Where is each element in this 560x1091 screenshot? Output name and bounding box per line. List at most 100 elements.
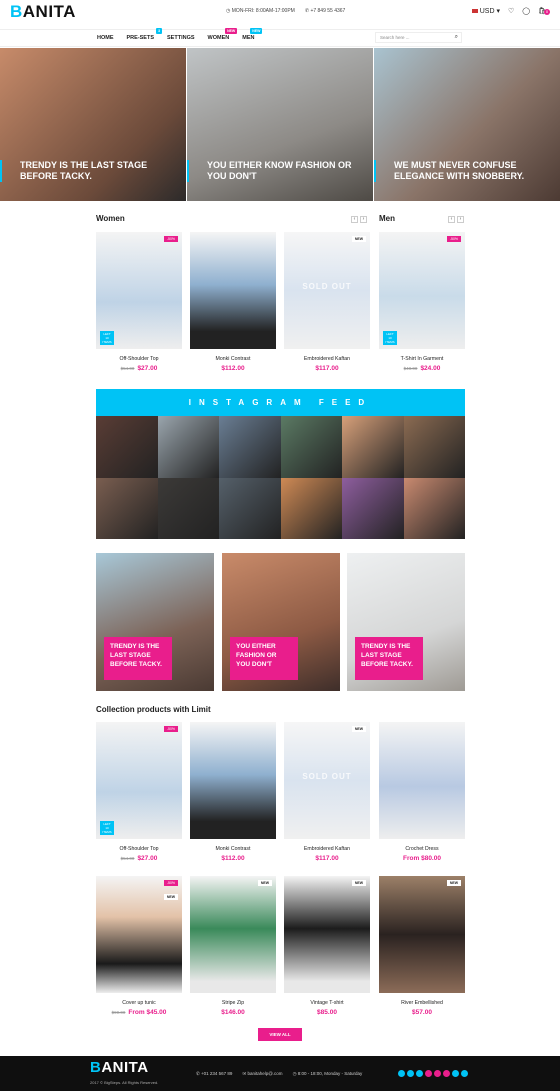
sold-out-label: SOLD OUT <box>302 772 352 781</box>
instagram-tile[interactable] <box>403 477 465 539</box>
nav-men[interactable]: MEN NEW <box>242 28 263 41</box>
facebook-icon[interactable] <box>398 1070 405 1077</box>
product-price: $57.00 <box>412 1009 432 1016</box>
sold-out-label: SOLD OUT <box>302 282 352 291</box>
product-image[interactable]: NEW SOLD OUT <box>284 232 370 349</box>
wishlist-icon[interactable]: ♡ <box>508 7 514 15</box>
search-icon[interactable]: ⌕ <box>455 34 458 41</box>
product-card[interactable]: -50% LEFT 10 ITEMS Off-Shoulder Top $54.… <box>96 722 182 862</box>
prev-icon[interactable]: ‹ <box>448 216 455 223</box>
product-card[interactable]: Monki Contrast $112.00 <box>190 232 276 372</box>
product-card[interactable]: Monki Contrast $112.00 <box>190 722 276 862</box>
nav-women[interactable]: WOMEN NEW <box>208 28 238 41</box>
view-all-button[interactable]: VIEW ALL <box>258 1028 302 1041</box>
instagram-title: INSTAGRAM FEED <box>96 389 465 416</box>
account-icon[interactable]: ◯ <box>522 7 530 15</box>
logo[interactable]: BANITA <box>10 2 76 22</box>
product-card[interactable]: -50% LEFT 10 ITEMS Off-Shoulder Top $54.… <box>96 232 182 372</box>
instagram-tile[interactable] <box>157 477 219 539</box>
product-image[interactable]: -50% NEW <box>96 876 182 993</box>
sale-badge: -50% <box>163 726 178 732</box>
prev-icon[interactable]: ‹ <box>351 216 358 223</box>
product-name[interactable]: Stripe Zip <box>190 1000 276 1006</box>
instagram-tile[interactable] <box>157 416 219 478</box>
currency-select[interactable]: USD ▾ <box>471 7 500 15</box>
main-nav: HOME PRE-SETS 3 SETTINGS WOMEN NEW MEN NEW <box>0 28 560 47</box>
nav-settings[interactable]: SETTINGS <box>167 35 195 41</box>
hero-slide-1[interactable]: TRENDY IS THE LAST STAGE BEFORE TACKY. <box>0 48 186 201</box>
instagram-icon[interactable] <box>416 1070 423 1077</box>
cart-icon[interactable]: 🛍0 <box>538 7 550 15</box>
product-name[interactable]: River Embellished <box>379 1000 465 1006</box>
instagram-tile[interactable] <box>280 477 342 539</box>
product-name[interactable]: Vintage T-shirt <box>284 1000 370 1006</box>
product-price: $117.00 <box>315 365 339 372</box>
youtube-icon[interactable] <box>425 1070 432 1077</box>
hero-slide-2[interactable]: YOU EITHER KNOW FASHION OR YOU DON'T <box>187 48 373 201</box>
product-name[interactable]: Embroidered Kaftan <box>284 846 370 852</box>
product-name[interactable]: Off-Shoulder Top <box>96 846 182 852</box>
product-name[interactable]: T-Shirt In Garment <box>379 356 465 362</box>
product-card[interactable]: NEW Vintage T-shirt $85.00 <box>284 876 370 1016</box>
instagram-tile[interactable] <box>96 477 158 539</box>
vimeo-icon[interactable] <box>461 1070 468 1077</box>
product-card[interactable]: NEW SOLD OUT Embroidered Kaftan $117.00 <box>284 722 370 862</box>
clock-icon: ◷ MON-FRI: 8:00AM-17:00PM <box>226 8 295 14</box>
instagram-tile[interactable] <box>280 416 342 478</box>
product-price: $117.00 <box>315 855 339 862</box>
phone-icon: ✆ +7 849 55 4367 <box>304 8 346 14</box>
nav-presets[interactable]: PRE-SETS 3 <box>127 28 163 41</box>
footer-logo[interactable]: BANITA <box>90 1059 149 1076</box>
product-name[interactable]: Cover up tunic <box>96 1000 182 1006</box>
product-card[interactable]: NEW River Embellished $57.00 <box>379 876 465 1016</box>
product-name[interactable]: Monki Contrast <box>190 846 276 852</box>
google-plus-icon[interactable] <box>443 1070 450 1077</box>
product-name[interactable]: Off-Shoulder Top <box>96 356 182 362</box>
instagram-tile[interactable] <box>219 477 281 539</box>
product-image[interactable]: NEW <box>379 876 465 993</box>
product-image[interactable]: -50% LEFT 10 ITEMS <box>379 232 465 349</box>
product-price: $48.00 $24.00 <box>403 365 441 372</box>
instagram-tile[interactable] <box>342 477 404 539</box>
stock-badge: LEFT 10 ITEMS <box>100 821 114 835</box>
product-price: From $80.00 <box>403 855 441 862</box>
promo-banner[interactable]: YOU EITHER FASHION OR YOU DON'T <box>222 553 340 691</box>
product-image[interactable] <box>379 722 465 839</box>
product-image[interactable]: NEW <box>284 876 370 993</box>
search-input[interactable]: Search here ... ⌕ <box>375 32 462 43</box>
pinterest-icon[interactable] <box>434 1070 441 1077</box>
instagram-tile[interactable] <box>403 416 465 478</box>
sale-badge: -50% <box>163 880 178 886</box>
product-name[interactable]: Embroidered Kaftan <box>284 356 370 362</box>
hero-slide-3[interactable]: WE MUST NEVER CONFUSE ELEGANCE WITH SNOB… <box>374 48 560 201</box>
promo-text: YOU EITHER FASHION OR YOU DON'T <box>230 637 298 680</box>
instagram-tile[interactable] <box>342 416 404 478</box>
next-icon[interactable]: › <box>360 216 367 223</box>
instagram-tile[interactable] <box>219 416 281 478</box>
product-card[interactable]: -50% NEW Cover up tunic $90.00 From $45.0… <box>96 876 182 1016</box>
product-image[interactable] <box>190 232 276 349</box>
product-card[interactable]: NEW Stripe Zip $146.00 <box>190 876 276 1016</box>
footer-email[interactable]: ✉ banitahelp@.com <box>242 1071 282 1077</box>
product-card[interactable]: Crochet Dress From $80.00 <box>379 722 465 862</box>
twitter-icon[interactable] <box>407 1070 414 1077</box>
product-image[interactable] <box>190 722 276 839</box>
product-image[interactable]: NEW <box>190 876 276 993</box>
product-name[interactable]: Crochet Dress <box>379 846 465 852</box>
next-icon[interactable]: › <box>457 216 464 223</box>
footer-phone: ✆ +01 234 567 89 <box>196 1071 233 1076</box>
promo-banner[interactable]: TRENDY IS THE LAST STAGE BEFORE TACKY. <box>347 553 465 691</box>
product-card[interactable]: -50% LEFT 10 ITEMS T-Shirt In Garment $4… <box>379 232 465 372</box>
product-image[interactable]: -50% LEFT 10 ITEMS <box>96 722 182 839</box>
product-price: $54.00 $27.00 <box>120 855 158 862</box>
tumblr-icon[interactable] <box>452 1070 459 1077</box>
nav-home[interactable]: HOME <box>97 35 114 41</box>
nav-tag-women: NEW <box>225 28 238 34</box>
product-name[interactable]: Monki Contrast <box>190 356 276 362</box>
product-card[interactable]: NEW SOLD OUT Embroidered Kaftan $117.00 <box>284 232 370 372</box>
product-image[interactable]: -50% LEFT 10 ITEMS <box>96 232 182 349</box>
promo-banner[interactable]: TRENDY IS THE LAST STAGE BEFORE TACKY. <box>96 553 214 691</box>
product-price: $85.00 <box>317 1009 337 1016</box>
instagram-tile[interactable] <box>96 416 158 478</box>
product-image[interactable]: NEW SOLD OUT <box>284 722 370 839</box>
